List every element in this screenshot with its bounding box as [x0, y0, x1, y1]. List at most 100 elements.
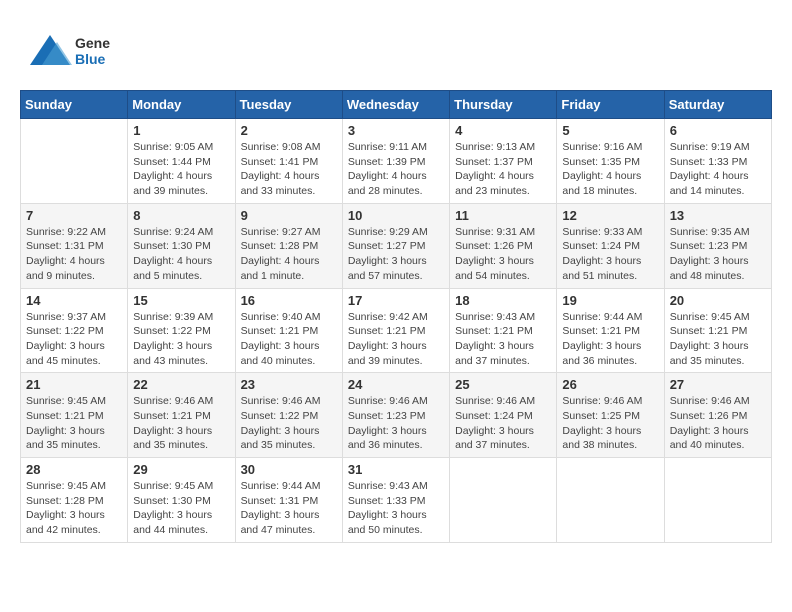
sunset-text: Sunset: 1:21 PM [455, 324, 551, 339]
day-header-tuesday: Tuesday [235, 91, 342, 119]
day-number: 26 [562, 377, 658, 392]
day-header-monday: Monday [128, 91, 235, 119]
sunrise-text: Sunrise: 9:44 AM [241, 479, 337, 494]
calendar-week-3: 14 Sunrise: 9:37 AM Sunset: 1:22 PM Dayl… [21, 288, 772, 373]
day-number: 19 [562, 293, 658, 308]
sunset-text: Sunset: 1:22 PM [133, 324, 229, 339]
day-number: 17 [348, 293, 444, 308]
day-number: 6 [670, 123, 766, 138]
calendar-cell: 23 Sunrise: 9:46 AM Sunset: 1:22 PM Dayl… [235, 373, 342, 458]
day-number: 23 [241, 377, 337, 392]
daylight-text: Daylight: 4 hours and 33 minutes. [241, 169, 337, 198]
daylight-text: Daylight: 3 hours and 37 minutes. [455, 424, 551, 453]
calendar-cell: 14 Sunrise: 9:37 AM Sunset: 1:22 PM Dayl… [21, 288, 128, 373]
calendar-cell: 15 Sunrise: 9:39 AM Sunset: 1:22 PM Dayl… [128, 288, 235, 373]
daylight-text: Daylight: 4 hours and 1 minute. [241, 254, 337, 283]
sunset-text: Sunset: 1:21 PM [133, 409, 229, 424]
daylight-text: Daylight: 3 hours and 36 minutes. [562, 339, 658, 368]
sunset-text: Sunset: 1:23 PM [348, 409, 444, 424]
day-info: Sunrise: 9:45 AM Sunset: 1:28 PM Dayligh… [26, 479, 122, 538]
day-header-wednesday: Wednesday [342, 91, 449, 119]
daylight-text: Daylight: 3 hours and 35 minutes. [241, 424, 337, 453]
day-info: Sunrise: 9:08 AM Sunset: 1:41 PM Dayligh… [241, 140, 337, 199]
daylight-text: Daylight: 3 hours and 47 minutes. [241, 508, 337, 537]
svg-text:General: General [75, 35, 110, 51]
sunrise-text: Sunrise: 9:33 AM [562, 225, 658, 240]
calendar-cell [450, 458, 557, 543]
day-number: 20 [670, 293, 766, 308]
sunrise-text: Sunrise: 9:22 AM [26, 225, 122, 240]
day-header-friday: Friday [557, 91, 664, 119]
day-number: 14 [26, 293, 122, 308]
daylight-text: Daylight: 3 hours and 37 minutes. [455, 339, 551, 368]
calendar-cell: 16 Sunrise: 9:40 AM Sunset: 1:21 PM Dayl… [235, 288, 342, 373]
day-header-saturday: Saturday [664, 91, 771, 119]
day-number: 22 [133, 377, 229, 392]
page-header: General Blue [20, 20, 772, 80]
calendar-cell: 8 Sunrise: 9:24 AM Sunset: 1:30 PM Dayli… [128, 203, 235, 288]
day-number: 29 [133, 462, 229, 477]
daylight-text: Daylight: 3 hours and 44 minutes. [133, 508, 229, 537]
day-info: Sunrise: 9:16 AM Sunset: 1:35 PM Dayligh… [562, 140, 658, 199]
sunrise-text: Sunrise: 9:46 AM [562, 394, 658, 409]
sunrise-text: Sunrise: 9:42 AM [348, 310, 444, 325]
calendar-cell: 6 Sunrise: 9:19 AM Sunset: 1:33 PM Dayli… [664, 119, 771, 204]
calendar-cell: 13 Sunrise: 9:35 AM Sunset: 1:23 PM Dayl… [664, 203, 771, 288]
sunset-text: Sunset: 1:22 PM [26, 324, 122, 339]
sunset-text: Sunset: 1:24 PM [455, 409, 551, 424]
sunset-text: Sunset: 1:33 PM [670, 155, 766, 170]
day-info: Sunrise: 9:13 AM Sunset: 1:37 PM Dayligh… [455, 140, 551, 199]
sunrise-text: Sunrise: 9:29 AM [348, 225, 444, 240]
day-info: Sunrise: 9:46 AM Sunset: 1:25 PM Dayligh… [562, 394, 658, 453]
calendar-cell: 30 Sunrise: 9:44 AM Sunset: 1:31 PM Dayl… [235, 458, 342, 543]
day-info: Sunrise: 9:29 AM Sunset: 1:27 PM Dayligh… [348, 225, 444, 284]
daylight-text: Daylight: 3 hours and 35 minutes. [133, 424, 229, 453]
day-number: 18 [455, 293, 551, 308]
sunrise-text: Sunrise: 9:46 AM [241, 394, 337, 409]
calendar-cell: 17 Sunrise: 9:42 AM Sunset: 1:21 PM Dayl… [342, 288, 449, 373]
sunrise-text: Sunrise: 9:46 AM [133, 394, 229, 409]
sunrise-text: Sunrise: 9:46 AM [670, 394, 766, 409]
daylight-text: Daylight: 3 hours and 36 minutes. [348, 424, 444, 453]
day-info: Sunrise: 9:37 AM Sunset: 1:22 PM Dayligh… [26, 310, 122, 369]
sunset-text: Sunset: 1:30 PM [133, 494, 229, 509]
sunset-text: Sunset: 1:31 PM [26, 239, 122, 254]
daylight-text: Daylight: 3 hours and 38 minutes. [562, 424, 658, 453]
sunset-text: Sunset: 1:41 PM [241, 155, 337, 170]
calendar-cell [21, 119, 128, 204]
day-info: Sunrise: 9:24 AM Sunset: 1:30 PM Dayligh… [133, 225, 229, 284]
sunrise-text: Sunrise: 9:31 AM [455, 225, 551, 240]
day-number: 24 [348, 377, 444, 392]
day-number: 21 [26, 377, 122, 392]
sunset-text: Sunset: 1:33 PM [348, 494, 444, 509]
daylight-text: Daylight: 3 hours and 45 minutes. [26, 339, 122, 368]
daylight-text: Daylight: 3 hours and 42 minutes. [26, 508, 122, 537]
daylight-text: Daylight: 4 hours and 28 minutes. [348, 169, 444, 198]
daylight-text: Daylight: 3 hours and 51 minutes. [562, 254, 658, 283]
svg-text:Blue: Blue [75, 51, 106, 67]
sunset-text: Sunset: 1:37 PM [455, 155, 551, 170]
sunset-text: Sunset: 1:31 PM [241, 494, 337, 509]
daylight-text: Daylight: 3 hours and 40 minutes. [241, 339, 337, 368]
sunrise-text: Sunrise: 9:39 AM [133, 310, 229, 325]
calendar-cell: 12 Sunrise: 9:33 AM Sunset: 1:24 PM Dayl… [557, 203, 664, 288]
sunrise-text: Sunrise: 9:27 AM [241, 225, 337, 240]
logo: General Blue [20, 20, 110, 80]
logo-area: General Blue [20, 20, 110, 80]
calendar-cell: 26 Sunrise: 9:46 AM Sunset: 1:25 PM Dayl… [557, 373, 664, 458]
day-number: 10 [348, 208, 444, 223]
sunrise-text: Sunrise: 9:43 AM [348, 479, 444, 494]
sunrise-text: Sunrise: 9:13 AM [455, 140, 551, 155]
sunrise-text: Sunrise: 9:19 AM [670, 140, 766, 155]
day-number: 3 [348, 123, 444, 138]
day-info: Sunrise: 9:44 AM Sunset: 1:21 PM Dayligh… [562, 310, 658, 369]
sunset-text: Sunset: 1:26 PM [670, 409, 766, 424]
sunset-text: Sunset: 1:39 PM [348, 155, 444, 170]
day-number: 2 [241, 123, 337, 138]
sunrise-text: Sunrise: 9:45 AM [26, 394, 122, 409]
day-info: Sunrise: 9:40 AM Sunset: 1:21 PM Dayligh… [241, 310, 337, 369]
daylight-text: Daylight: 3 hours and 50 minutes. [348, 508, 444, 537]
sunset-text: Sunset: 1:24 PM [562, 239, 658, 254]
day-info: Sunrise: 9:45 AM Sunset: 1:30 PM Dayligh… [133, 479, 229, 538]
sunrise-text: Sunrise: 9:35 AM [670, 225, 766, 240]
